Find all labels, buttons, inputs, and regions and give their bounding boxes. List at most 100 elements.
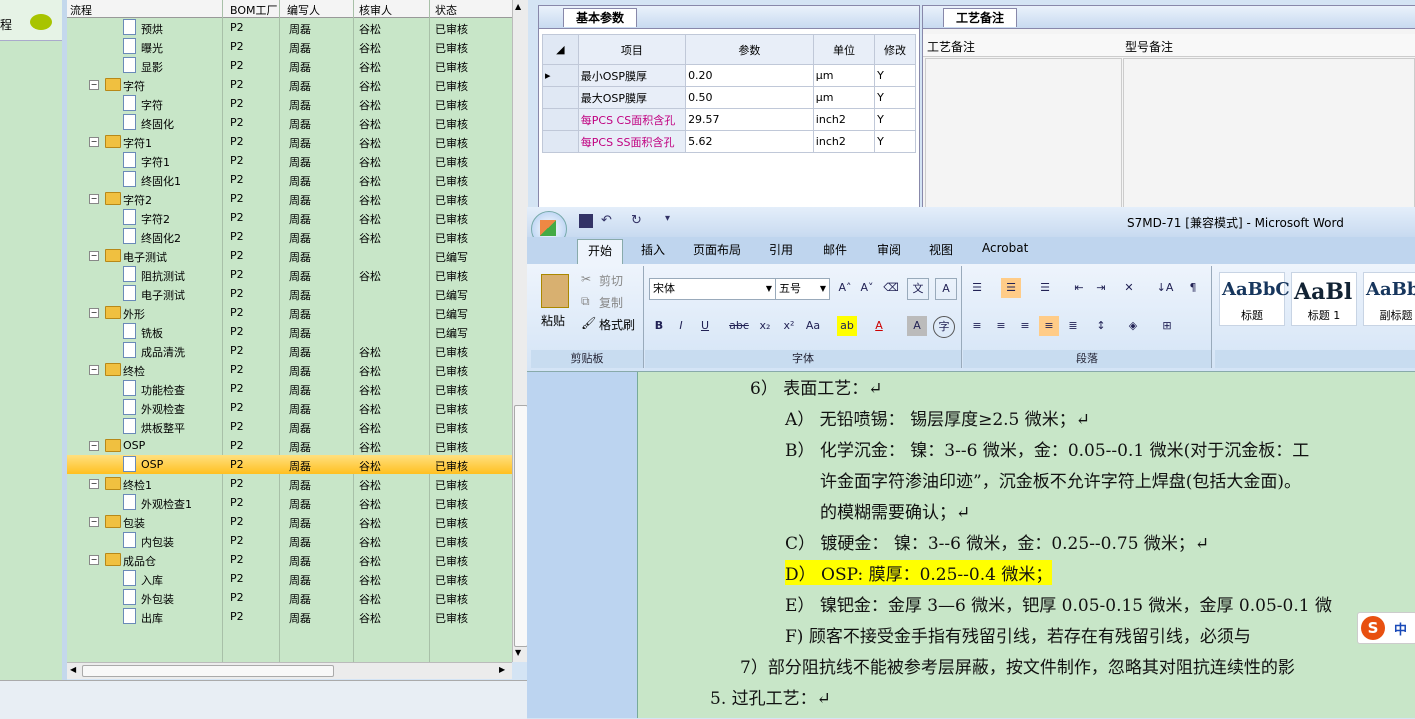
tree-row[interactable]: 终固化 P2 周磊 谷松 已审核 — [67, 113, 512, 132]
tree-row[interactable]: 显影 P2 周磊 谷松 已审核 — [67, 56, 512, 75]
copy-button[interactable]: 复制 — [599, 294, 623, 311]
tree-row[interactable]: 终固化1 P2 周磊 谷松 已审核 — [67, 170, 512, 189]
tree-row[interactable]: − 终检1 P2 周磊 谷松 已审核 — [67, 474, 512, 493]
tree-row[interactable]: 曝光 P2 周磊 谷松 已审核 — [67, 37, 512, 56]
tree-row[interactable]: − 字符2 P2 周磊 谷松 已审核 — [67, 189, 512, 208]
char-shading-icon[interactable]: A — [907, 316, 927, 336]
align-center-icon[interactable]: ≡ — [991, 316, 1011, 336]
ribbon-tab[interactable]: Acrobat — [982, 241, 1028, 255]
decrease-indent-icon[interactable]: ⇤ — [1069, 278, 1089, 298]
tree-row[interactable]: 内包装 P2 周磊 谷松 已审核 — [67, 531, 512, 550]
ribbon-tab[interactable]: 页面布局 — [693, 241, 741, 258]
tree-row[interactable]: 功能检查 P2 周磊 谷松 已审核 — [67, 379, 512, 398]
tree-row[interactable]: 成品清洗 P2 周磊 谷松 已审核 — [67, 341, 512, 360]
scroll-right-arrow-icon[interactable]: ▶ — [499, 665, 505, 674]
font-color-icon[interactable]: A — [869, 316, 889, 336]
ribbon-tab[interactable]: 引用 — [769, 241, 793, 258]
borders-icon[interactable]: ⊞ — [1157, 316, 1177, 336]
sogou-s-icon[interactable]: S — [1361, 616, 1385, 640]
style-item[interactable]: AaBl 标题 1 — [1291, 272, 1357, 326]
collapse-toggle-icon[interactable]: − — [89, 479, 99, 489]
italic-icon[interactable]: I — [671, 316, 691, 336]
params-row[interactable]: 每PCS SS面积含孔 5.62 inch2 Y — [542, 130, 916, 153]
redo-icon[interactable]: ↻ — [631, 213, 642, 228]
tree-row[interactable]: 电子测试 P2 周磊 已编写 — [67, 284, 512, 303]
clear-format-icon[interactable]: ⌫ — [881, 278, 901, 298]
paste-button[interactable]: 粘贴 — [541, 312, 565, 329]
paste-icon[interactable] — [541, 274, 569, 308]
ime-mode-label[interactable]: 中 — [1394, 619, 1407, 638]
tree-row[interactable]: 外观检查1 P2 周磊 谷松 已审核 — [67, 493, 512, 512]
tree-horizontal-scrollbar[interactable]: ◀ ▶ — [67, 662, 512, 679]
tree-row[interactable]: 预烘 P2 周磊 谷松 已审核 — [67, 18, 512, 37]
tree-row[interactable]: 阻抗测试 P2 周磊 谷松 已审核 — [67, 265, 512, 284]
customize-qat-icon[interactable]: ▾ — [665, 213, 670, 224]
tree-vertical-scrollbar[interactable]: ▲ ▼ — [512, 0, 528, 662]
tree-row[interactable]: 出库 P2 周磊 谷松 已审核 — [67, 607, 512, 626]
shading-icon[interactable]: ◈ — [1123, 316, 1143, 336]
scroll-down-arrow-icon[interactable]: ▼ — [515, 648, 525, 658]
ribbon-tab[interactable]: 审阅 — [877, 241, 901, 258]
style-item[interactable]: AaBbC 标题 — [1219, 272, 1290, 326]
params-value[interactable]: 5.62 — [685, 130, 814, 153]
model-notes-textarea[interactable] — [1123, 58, 1415, 208]
tree-row[interactable]: 外包装 P2 周磊 谷松 已审核 — [67, 588, 512, 607]
scroll-thumb[interactable] — [514, 405, 528, 647]
font-size-select[interactable]: 五号 ▼ — [775, 278, 830, 300]
change-case-icon[interactable]: Aa — [803, 316, 823, 336]
tree-row[interactable]: 字符 P2 周磊 谷松 已审核 — [67, 94, 512, 113]
distribute-icon[interactable]: ≣ — [1063, 316, 1083, 336]
tree-row[interactable]: − 终检 P2 周磊 谷松 已审核 — [67, 360, 512, 379]
cut-button[interactable]: 剪切 — [599, 272, 623, 289]
process-notes-textarea[interactable] — [925, 58, 1122, 208]
font-name-select[interactable]: 宋体 ▼ — [649, 278, 776, 300]
tree-row[interactable]: 字符1 P2 周磊 谷松 已审核 — [67, 151, 512, 170]
col-header-status[interactable]: 状态 — [435, 2, 457, 18]
tree-row[interactable]: 烘板整平 P2 周磊 谷松 已审核 — [67, 417, 512, 436]
bullets-icon[interactable]: ☰ — [967, 278, 987, 298]
scroll-left-arrow-icon[interactable]: ◀ — [70, 665, 76, 674]
ime-toolbar[interactable]: S 中 — [1357, 612, 1415, 644]
tree-row[interactable]: 铣板 P2 周磊 已编写 — [67, 322, 512, 341]
show-marks-icon[interactable]: ¶ — [1183, 278, 1203, 298]
tree-row[interactable]: − 包装 P2 周磊 谷松 已审核 — [67, 512, 512, 531]
subscript-icon[interactable]: x₂ — [755, 316, 775, 336]
ribbon-tab[interactable]: 开始 — [577, 239, 624, 265]
params-value[interactable]: 0.20 — [685, 64, 814, 87]
params-value[interactable]: 29.57 — [685, 108, 814, 131]
format-painter-button[interactable]: 格式刷 — [599, 316, 635, 333]
phonetic-guide-icon[interactable]: 文 — [907, 278, 929, 300]
justify-icon[interactable]: ≡ — [1039, 316, 1059, 336]
increase-indent-icon[interactable]: ⇥ — [1091, 278, 1111, 298]
numbering-icon[interactable]: ☰ — [1001, 278, 1021, 298]
underline-icon[interactable]: U — [695, 316, 715, 336]
char-border-icon[interactable]: A — [935, 278, 957, 300]
params-col-unit[interactable]: 单位 — [812, 34, 876, 65]
tree-row[interactable]: 字符2 P2 周磊 谷松 已审核 — [67, 208, 512, 227]
align-left-icon[interactable]: ≡ — [967, 316, 987, 336]
enclose-char-icon[interactable]: 字 — [933, 316, 955, 338]
ribbon-tab[interactable]: 视图 — [929, 241, 953, 258]
h-scroll-thumb[interactable] — [82, 665, 334, 677]
collapse-toggle-icon[interactable]: − — [89, 137, 99, 147]
collapse-toggle-icon[interactable]: − — [89, 441, 99, 451]
asian-layout-icon[interactable]: ✕ — [1119, 278, 1139, 298]
bold-icon[interactable]: B — [649, 316, 669, 336]
collapse-toggle-icon[interactable]: − — [89, 251, 99, 261]
tree-row[interactable]: 入库 P2 周磊 谷松 已审核 — [67, 569, 512, 588]
col-header-process[interactable]: 流程 — [70, 2, 92, 18]
tree-row[interactable]: − 字符1 P2 周磊 谷松 已审核 — [67, 132, 512, 151]
grow-font-icon[interactable]: A˄ — [835, 278, 855, 298]
params-value[interactable]: 0.50 — [685, 86, 814, 109]
collapse-toggle-icon[interactable]: − — [89, 365, 99, 375]
collapse-toggle-icon[interactable]: − — [89, 308, 99, 318]
tree-row[interactable]: OSP P2 周磊 谷松 已审核 — [67, 455, 512, 474]
collapse-toggle-icon[interactable]: − — [89, 194, 99, 204]
params-row[interactable]: 每PCS CS面积含孔 29.57 inch2 Y — [542, 108, 916, 131]
collapse-toggle-icon[interactable]: − — [89, 80, 99, 90]
strikethrough-icon[interactable]: abc — [729, 316, 749, 336]
tab-process-notes[interactable]: 工艺备注 — [943, 8, 1018, 27]
col-header-writer[interactable]: 编写人 — [287, 2, 320, 18]
params-row[interactable]: ▸ 最小OSP膜厚 0.20 μm Y — [542, 64, 916, 87]
undo-icon[interactable]: ↶ — [601, 213, 612, 228]
